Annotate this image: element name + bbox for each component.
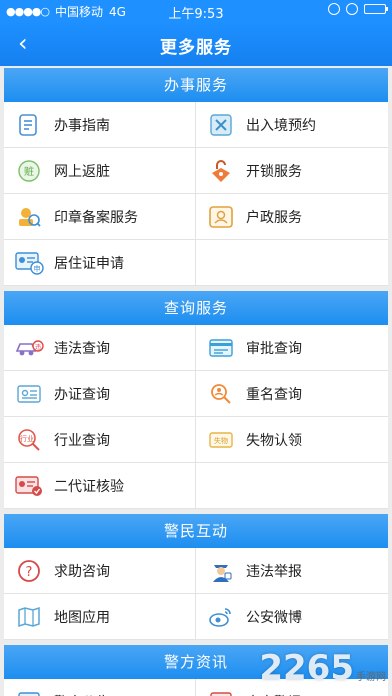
service-label: 印章备案服务 <box>54 209 138 226</box>
section-header: 警民互动 <box>4 514 388 548</box>
service-grid: 办事指南 出入境预约赃 网上返脏 开锁服务印章备案服务 户政服务申 居住证申请 <box>4 102 388 286</box>
service-item[interactable]: 开锁服务 <box>196 148 388 194</box>
service-item[interactable]: 警方公告 <box>4 679 196 696</box>
seal-icon <box>14 202 44 232</box>
empty-cell <box>196 463 388 509</box>
section-header: 查询服务 <box>4 291 388 325</box>
service-item[interactable]: 户政服务 <box>196 194 388 240</box>
empty-cell <box>196 240 388 286</box>
svg-text:申: 申 <box>34 264 41 273</box>
service-grid: 违 违法查询 审批查询办证查询 重名查询行业 行业查询 失物 失物认领二代证核验 <box>4 325 388 509</box>
service-grid: ? 求助咨询 违法举报地图应用 公安微博 <box>4 548 388 640</box>
service-label: 网上返脏 <box>54 163 110 180</box>
svg-text:行业: 行业 <box>20 434 34 443</box>
industry-search-icon: 行业 <box>14 425 44 455</box>
service-item[interactable]: 地图应用 <box>4 594 196 640</box>
traffic-violation-icon: 违 <box>14 333 44 363</box>
battery-icon <box>364 4 388 14</box>
police-report-icon <box>206 556 236 586</box>
residence-permit-icon: 申 <box>14 248 44 278</box>
status-bar: ●●●●○ 中国移动 4G 上午9:53 <box>0 0 392 22</box>
lost-found-icon: 失物 <box>206 425 236 455</box>
unlock-icon <box>206 156 236 186</box>
document-list-icon <box>14 110 44 140</box>
alarm-icon <box>346 3 358 15</box>
service-label: 出入境预约 <box>246 117 316 134</box>
section-header: 办事服务 <box>4 68 388 102</box>
announcement-icon <box>14 687 44 696</box>
orientation-lock-icon <box>328 3 340 15</box>
weibo-icon <box>206 602 236 632</box>
police-news-icon: E <box>206 687 236 696</box>
exit-entry-icon <box>206 110 236 140</box>
return-goods-icon: 赃 <box>14 156 44 186</box>
service-label: 警方公告 <box>54 692 110 696</box>
service-item[interactable]: 出入境预约 <box>196 102 388 148</box>
svg-text:?: ? <box>26 565 33 580</box>
svg-text:赃: 赃 <box>24 165 34 178</box>
household-icon <box>206 202 236 232</box>
service-label: 开锁服务 <box>246 163 302 180</box>
service-item[interactable]: 公安微博 <box>196 594 388 640</box>
service-item[interactable]: 申 居住证申请 <box>4 240 196 286</box>
id-card-verify-icon <box>14 471 44 501</box>
service-item[interactable]: 印章备案服务 <box>4 194 196 240</box>
service-item[interactable]: 赃 网上返脏 <box>4 148 196 194</box>
service-label: 南宁警讯 <box>246 692 302 696</box>
name-search-icon <box>206 379 236 409</box>
service-item[interactable]: ? 求助咨询 <box>4 548 196 594</box>
service-label: 二代证核验 <box>54 478 124 495</box>
status-right <box>328 3 388 15</box>
service-item[interactable]: 二代证核验 <box>4 463 196 509</box>
svg-text:失物: 失物 <box>214 436 228 445</box>
service-item[interactable]: 办证查询 <box>4 371 196 417</box>
service-label: 违法举报 <box>246 563 302 580</box>
service-label: 地图应用 <box>54 609 110 626</box>
service-label: 审批查询 <box>246 340 302 357</box>
service-label: 户政服务 <box>246 209 302 226</box>
page-title: 更多服务 <box>160 38 232 58</box>
certificate-icon <box>14 379 44 409</box>
service-item[interactable]: 违 违法查询 <box>4 325 196 371</box>
service-label: 求助咨询 <box>54 563 110 580</box>
approval-card-icon <box>206 333 236 363</box>
service-label: 办证查询 <box>54 386 110 403</box>
service-item[interactable]: 失物 失物认领 <box>196 417 388 463</box>
watermark: 2265 手游网 <box>259 648 386 688</box>
service-item[interactable]: 违法举报 <box>196 548 388 594</box>
service-label: 公安微博 <box>246 609 302 626</box>
service-label: 办事指南 <box>54 117 110 134</box>
service-item[interactable]: 审批查询 <box>196 325 388 371</box>
service-item[interactable]: 办事指南 <box>4 102 196 148</box>
help-icon: ? <box>14 556 44 586</box>
map-icon <box>14 602 44 632</box>
service-item[interactable]: 重名查询 <box>196 371 388 417</box>
svg-text:违: 违 <box>35 344 41 351</box>
nav-bar: ‹ 更多服务 <box>0 22 392 66</box>
watermark-sub: 手游网 <box>356 671 386 683</box>
service-label: 行业查询 <box>54 432 110 449</box>
service-label: 居住证申请 <box>54 255 124 272</box>
watermark-logo: 2265 <box>259 648 354 688</box>
services-list: 办事服务办事指南 出入境预约赃 网上返脏 开锁服务印章备案服务 户政服务申 居住证申请查询… <box>4 68 388 696</box>
service-item[interactable]: 行业 行业查询 <box>4 417 196 463</box>
service-label: 违法查询 <box>54 340 110 357</box>
service-label: 失物认领 <box>246 432 302 449</box>
service-label: 重名查询 <box>246 386 302 403</box>
